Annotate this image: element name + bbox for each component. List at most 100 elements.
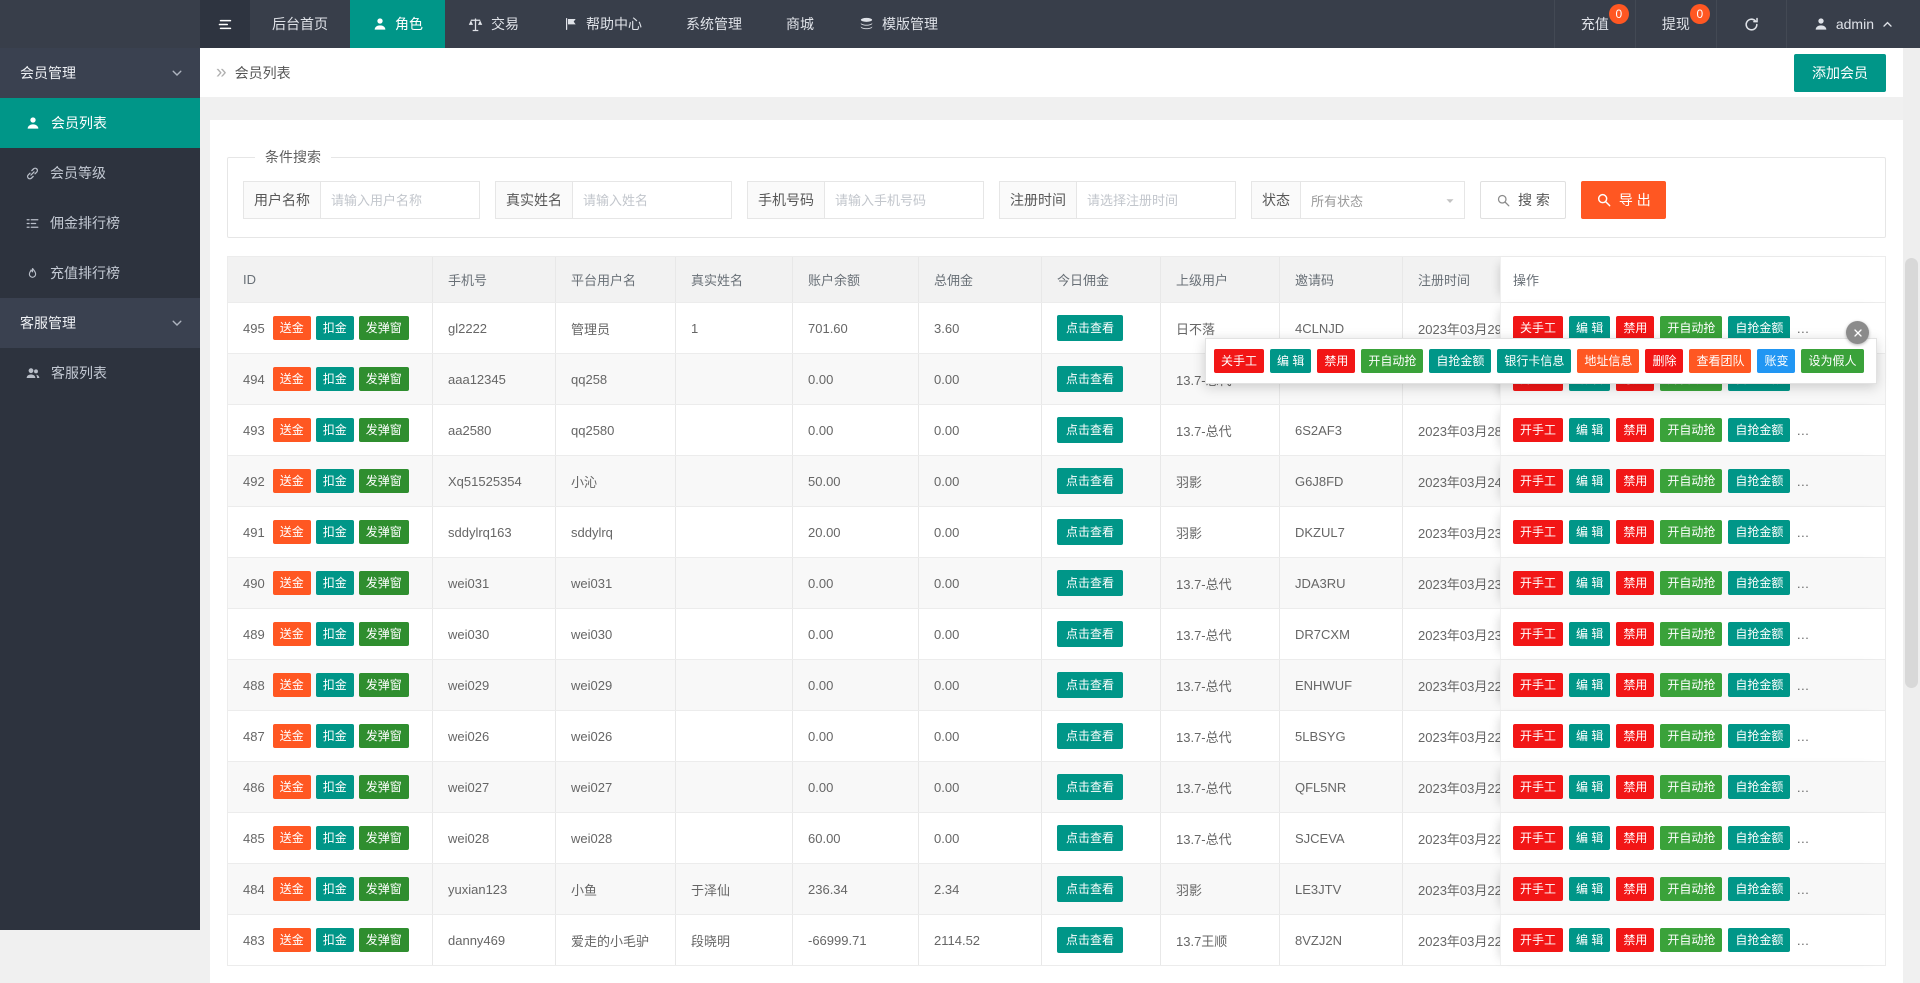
- nav-item[interactable]: 模版管理: [836, 0, 960, 48]
- disable-button[interactable]: 禁用: [1317, 348, 1356, 374]
- export-button[interactable]: 导 出: [1580, 181, 1666, 219]
- send-money-button[interactable]: 送金: [272, 774, 311, 800]
- view-team-button[interactable]: 查看团队: [1689, 348, 1752, 374]
- nav-item[interactable]: 角色: [350, 0, 445, 48]
- popup-message-button[interactable]: 发弹窗: [358, 621, 409, 647]
- grab-amount-button[interactable]: 自抢金额: [1728, 774, 1791, 800]
- user-menu[interactable]: admin: [1785, 0, 1920, 48]
- edit-button[interactable]: 编 辑: [1569, 519, 1611, 545]
- send-money-button[interactable]: 送金: [272, 723, 311, 749]
- view-today-commission-button[interactable]: 点击查看: [1057, 518, 1124, 546]
- sidebar-item[interactable]: 会员列表: [0, 98, 200, 148]
- disable-button[interactable]: 禁用: [1616, 621, 1655, 647]
- auto-grab-button[interactable]: 开自动抢: [1660, 315, 1723, 341]
- view-today-commission-button[interactable]: 点击查看: [1057, 773, 1124, 801]
- send-money-button[interactable]: 送金: [272, 468, 311, 494]
- more-actions-button[interactable]: …: [1796, 576, 1810, 591]
- grab-amount-button[interactable]: 自抢金额: [1728, 519, 1791, 545]
- grab-amount-button[interactable]: 自抢金额: [1429, 348, 1492, 374]
- disable-button[interactable]: 禁用: [1616, 417, 1655, 443]
- grab-amount-button[interactable]: 自抢金额: [1728, 468, 1791, 494]
- auto-grab-button[interactable]: 开自动抢: [1660, 825, 1723, 851]
- view-today-commission-button[interactable]: 点击查看: [1057, 926, 1124, 954]
- bank-card-info-button[interactable]: 银行卡信息: [1497, 348, 1572, 374]
- deduct-money-button[interactable]: 扣金: [315, 315, 354, 341]
- deduct-money-button[interactable]: 扣金: [315, 621, 354, 647]
- deduct-money-button[interactable]: 扣金: [315, 366, 354, 392]
- add-member-button[interactable]: 添加会员: [1794, 53, 1886, 92]
- grab-amount-button[interactable]: 自抢金额: [1728, 315, 1791, 341]
- nav-item[interactable]: 系统管理: [664, 0, 764, 48]
- grab-amount-button[interactable]: 自抢金额: [1728, 723, 1791, 749]
- disable-button[interactable]: 禁用: [1616, 927, 1655, 953]
- view-today-commission-button[interactable]: 点击查看: [1057, 314, 1124, 342]
- deduct-money-button[interactable]: 扣金: [315, 468, 354, 494]
- more-actions-button[interactable]: …: [1796, 678, 1810, 693]
- disable-button[interactable]: 禁用: [1616, 774, 1655, 800]
- sidebar-item[interactable]: 充值排行榜: [0, 248, 200, 298]
- popup-message-button[interactable]: 发弹窗: [358, 774, 409, 800]
- view-today-commission-button[interactable]: 点击查看: [1057, 671, 1124, 699]
- disable-button[interactable]: 禁用: [1616, 468, 1655, 494]
- close-manual-button[interactable]: 关手工: [1214, 348, 1265, 374]
- disable-button[interactable]: 禁用: [1616, 672, 1655, 698]
- toggle-manual-button[interactable]: 开手工: [1513, 825, 1564, 851]
- send-money-button[interactable]: 送金: [272, 825, 311, 851]
- sidebar-group-header[interactable]: 客服管理: [0, 298, 200, 348]
- delete-button[interactable]: 删除: [1645, 348, 1684, 374]
- edit-button[interactable]: 编 辑: [1569, 672, 1611, 698]
- more-actions-button[interactable]: …: [1796, 474, 1810, 489]
- search-button[interactable]: 搜 索: [1480, 181, 1566, 219]
- more-actions-button[interactable]: …: [1796, 780, 1810, 795]
- view-today-commission-button[interactable]: 点击查看: [1057, 569, 1124, 597]
- toggle-manual-button[interactable]: 开手工: [1513, 570, 1564, 596]
- refresh-button[interactable]: [1715, 0, 1786, 48]
- disable-button[interactable]: 禁用: [1616, 876, 1655, 902]
- status-select[interactable]: 所有状态: [1300, 181, 1465, 219]
- grab-amount-button[interactable]: 自抢金额: [1728, 876, 1791, 902]
- edit-button[interactable]: 编 辑: [1569, 876, 1611, 902]
- view-today-commission-button[interactable]: 点击查看: [1057, 416, 1124, 444]
- more-actions-button[interactable]: …: [1796, 525, 1810, 540]
- deduct-money-button[interactable]: 扣金: [315, 876, 354, 902]
- nav-item-recharge[interactable]: 充值 0: [1553, 0, 1635, 48]
- send-money-button[interactable]: 送金: [272, 927, 311, 953]
- toggle-manual-button[interactable]: 开手工: [1513, 519, 1564, 545]
- more-actions-button[interactable]: …: [1796, 729, 1810, 744]
- toggle-manual-button[interactable]: 关手工: [1513, 315, 1564, 341]
- more-actions-button[interactable]: …: [1796, 882, 1810, 897]
- toggle-manual-button[interactable]: 开手工: [1513, 672, 1564, 698]
- popup-close-button[interactable]: [1846, 321, 1869, 344]
- popup-message-button[interactable]: 发弹窗: [358, 570, 409, 596]
- auto-grab-button[interactable]: 开自动抢: [1660, 774, 1723, 800]
- deduct-money-button[interactable]: 扣金: [315, 825, 354, 851]
- more-actions-button[interactable]: …: [1796, 831, 1810, 846]
- auto-grab-button[interactable]: 开自动抢: [1660, 621, 1723, 647]
- phone-input[interactable]: [824, 181, 984, 219]
- popup-message-button[interactable]: 发弹窗: [358, 315, 409, 341]
- toggle-manual-button[interactable]: 开手工: [1513, 876, 1564, 902]
- popup-message-button[interactable]: 发弹窗: [358, 366, 409, 392]
- register-time-input[interactable]: [1076, 181, 1236, 219]
- nav-item[interactable]: 帮助中心: [541, 0, 664, 48]
- deduct-money-button[interactable]: 扣金: [315, 672, 354, 698]
- send-money-button[interactable]: 送金: [272, 417, 311, 443]
- more-actions-button[interactable]: …: [1796, 933, 1810, 948]
- auto-grab-button[interactable]: 开自动抢: [1660, 519, 1723, 545]
- grab-amount-button[interactable]: 自抢金额: [1728, 417, 1791, 443]
- auto-grab-button[interactable]: 开自动抢: [1660, 570, 1723, 596]
- address-info-button[interactable]: 地址信息: [1577, 348, 1640, 374]
- toggle-manual-button[interactable]: 开手工: [1513, 927, 1564, 953]
- toggle-manual-button[interactable]: 开手工: [1513, 774, 1564, 800]
- auto-grab-button[interactable]: 开自动抢: [1660, 417, 1723, 443]
- toggle-manual-button[interactable]: 开手工: [1513, 621, 1564, 647]
- toggle-manual-button[interactable]: 开手工: [1513, 468, 1564, 494]
- popup-message-button[interactable]: 发弹窗: [358, 672, 409, 698]
- deduct-money-button[interactable]: 扣金: [315, 774, 354, 800]
- grab-amount-button[interactable]: 自抢金额: [1728, 570, 1791, 596]
- grab-amount-button[interactable]: 自抢金额: [1728, 825, 1791, 851]
- deduct-money-button[interactable]: 扣金: [315, 519, 354, 545]
- vertical-scrollbar[interactable]: [1903, 48, 1920, 930]
- popup-message-button[interactable]: 发弹窗: [358, 468, 409, 494]
- more-actions-button[interactable]: …: [1796, 321, 1810, 336]
